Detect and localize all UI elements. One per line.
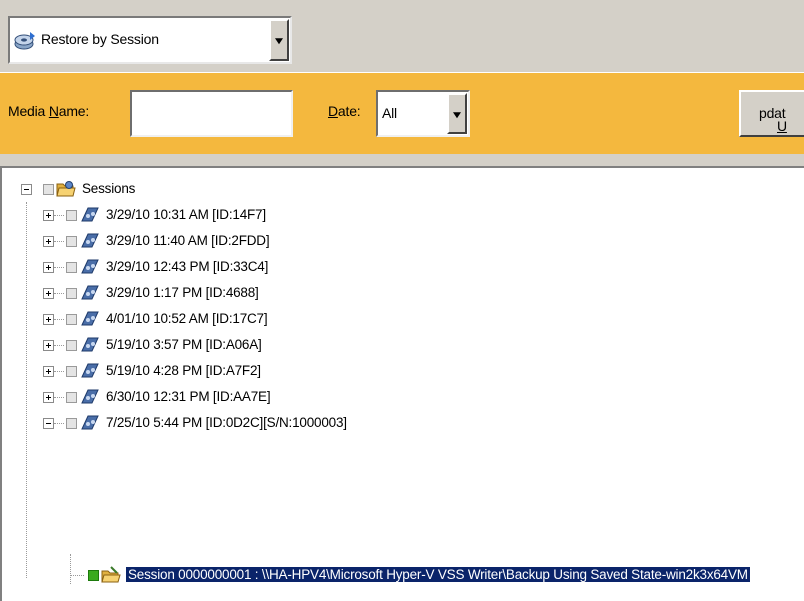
update-button[interactable]: Updat: [739, 90, 804, 137]
tree-node-sessions[interactable]: Sessions: [2, 176, 302, 202]
tape-session-icon: [81, 363, 99, 378]
tree-connector: [54, 345, 64, 346]
expand-icon[interactable]: [43, 210, 54, 221]
checkbox[interactable]: [66, 340, 77, 351]
tree-node-session[interactable]: 3/29/10 12:43 PM [ID:33C4]: [2, 254, 402, 280]
sessions-folder-icon: [56, 181, 76, 197]
tape-session-icon: [81, 207, 99, 222]
expand-icon[interactable]: [43, 314, 54, 325]
tree-node-session[interactable]: 4/01/10 10:52 AM [ID:17C7]: [2, 306, 402, 332]
tape-session-icon: [81, 415, 99, 430]
checkbox[interactable]: [66, 236, 77, 247]
tape-session-icon: [81, 285, 99, 300]
checkbox[interactable]: [66, 262, 77, 273]
checkbox[interactable]: [66, 392, 77, 403]
tree-connector: [54, 293, 64, 294]
expand-icon[interactable]: [43, 288, 54, 299]
tree-node-label: 3/29/10 10:31 AM [ID:14F7]: [106, 207, 266, 222]
checkbox[interactable]: [66, 366, 77, 377]
date-value: All: [382, 105, 397, 121]
tree-connector: [54, 319, 64, 320]
tree-node-session[interactable]: 3/29/10 10:31 AM [ID:14F7]: [2, 202, 402, 228]
restore-mode-select[interactable]: Restore by Session: [8, 16, 292, 64]
date-select[interactable]: All: [376, 90, 470, 137]
tree-connector: [54, 371, 64, 372]
expand-icon[interactable]: [43, 262, 54, 273]
tree-node-session[interactable]: 3/29/10 1:17 PM [ID:4688]: [2, 280, 402, 306]
media-name-input[interactable]: [130, 90, 293, 137]
tree-node-label: 4/01/10 10:52 AM [ID:17C7]: [106, 311, 268, 326]
tree-node-label: Sessions: [82, 181, 136, 196]
top-toolbar: Restore by Session: [0, 0, 804, 72]
filter-bar: Media Name: Date: All Updat: [0, 72, 804, 155]
tree-connector: [54, 267, 64, 268]
expand-icon[interactable]: [43, 366, 54, 377]
session-tree[interactable]: Sessions 3/29/10 10:31 AM [ID:14F7] 3/29…: [0, 166, 804, 601]
tree-node-label: 3/29/10 11:40 AM [ID:2FDD]: [106, 233, 270, 248]
expand-icon[interactable]: [43, 392, 54, 403]
tree-connector: [54, 215, 64, 216]
tape-session-icon: [81, 233, 99, 248]
restore-disk-icon: [14, 32, 35, 50]
tree-node-label: 3/29/10 1:17 PM [ID:4688]: [106, 285, 259, 300]
tree-node-session[interactable]: 5/19/10 4:28 PM [ID:A7F2]: [2, 358, 402, 384]
tree-connector: [54, 423, 64, 424]
tree-node-label: 3/29/10 12:43 PM [ID:33C4]: [106, 259, 269, 274]
update-button-label: Updat: [759, 105, 787, 134]
tape-session-icon: [81, 259, 99, 274]
writer-folder-icon: [101, 566, 121, 583]
tree-node-label: 5/19/10 4:28 PM [ID:A7F2]: [106, 363, 261, 378]
tree-node-label: 5/19/10 3:57 PM [ID:A06A]: [106, 337, 262, 352]
restore-mode-value: Restore by Session: [41, 31, 159, 47]
tree-node-label: 6/30/10 12:31 PM [ID:AA7E]: [106, 389, 271, 404]
tree-connector: [54, 241, 64, 242]
tree-node-session-expanded[interactable]: 7/25/10 5:44 PM [ID:0D2C][S/N:1000003]: [2, 410, 502, 436]
expand-icon[interactable]: [43, 236, 54, 247]
tree-connector: [70, 575, 84, 576]
checkbox[interactable]: [66, 418, 77, 429]
tape-session-icon: [81, 389, 99, 404]
checkbox[interactable]: [66, 288, 77, 299]
tape-session-icon: [81, 311, 99, 326]
checkbox[interactable]: [66, 314, 77, 325]
date-dropdown-button[interactable]: [447, 93, 467, 134]
checkbox[interactable]: [43, 184, 54, 195]
tree-node-label-selected: Session 0000000001 : \\HA-HPV4\Microsoft…: [125, 566, 751, 583]
checkbox[interactable]: [66, 210, 77, 221]
tree-node-writer-session[interactable]: Session 0000000001 : \\HA-HPV4\Microsoft…: [2, 562, 802, 588]
tree-node-label: 7/25/10 5:44 PM [ID:0D2C][S/N:1000003]: [106, 415, 347, 430]
tape-session-icon: [81, 337, 99, 352]
separator: [0, 154, 804, 166]
tree-connector: [54, 397, 64, 398]
tree-node-session[interactable]: 5/19/10 3:57 PM [ID:A06A]: [2, 332, 402, 358]
date-label: Date:: [328, 103, 361, 119]
media-name-label: Media Name:: [8, 103, 90, 119]
collapse-icon[interactable]: [21, 184, 32, 195]
checkbox-checked[interactable]: [88, 570, 99, 581]
tree-node-session[interactable]: 6/30/10 12:31 PM [ID:AA7E]: [2, 384, 402, 410]
tree-node-session[interactable]: 3/29/10 11:40 AM [ID:2FDD]: [2, 228, 402, 254]
expand-icon[interactable]: [43, 340, 54, 351]
collapse-icon[interactable]: [43, 418, 54, 429]
restore-mode-dropdown-button[interactable]: [269, 19, 289, 61]
